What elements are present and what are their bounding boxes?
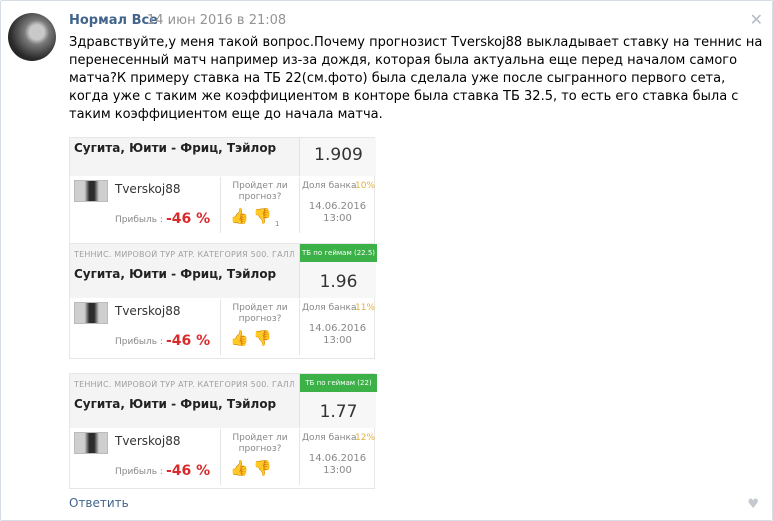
match-date: 14.06.2016 xyxy=(308,323,367,334)
bank-label: Доля банка xyxy=(302,181,357,191)
bank-value: 12% xyxy=(355,433,376,443)
card-body: Tverskoj88 Прибыль : -46 % Пройдет ли пр… xyxy=(70,299,376,355)
match-title: Сугита, Юити - Фриц, Тэйлор xyxy=(74,267,277,281)
category-label: ТЕННИС. МИРОВОЙ ТУР ATP. КАТЕГОРИЯ 500. … xyxy=(74,380,294,389)
forecast-card[interactable]: ТЕННИС. МИРОВОЙ ТУР ATP. КАТЕГОРИЯ 500. … xyxy=(69,373,377,489)
match-datetime: 14.06.2016 13:00 xyxy=(299,453,376,477)
post-text: Здравствуйте,у меня такой вопрос.Почему … xyxy=(69,35,763,122)
thumb-down-icon[interactable]: 👎 xyxy=(253,329,272,347)
user-photo xyxy=(74,180,108,202)
match-date: 14.06.2016 xyxy=(308,453,367,464)
author-avatar[interactable] xyxy=(8,13,56,61)
thumb-up-icon[interactable]: 👍 xyxy=(230,207,249,225)
match-title: Сугита, Юити - Фриц, Тэйлор xyxy=(74,141,277,155)
profit-label: Прибыль : xyxy=(115,467,163,477)
card-body: Tverskoj88 Прибыль : -46 % Пройдет ли пр… xyxy=(70,429,376,485)
forecast-card[interactable]: Сугита, Юити - Фриц, Тэйлор 1.909 Tversk… xyxy=(69,137,376,253)
card-header: Сугита, Юити - Фриц, Тэйлор 1.909 xyxy=(70,138,376,176)
divider xyxy=(220,177,221,233)
odds-box: 1.909 xyxy=(299,138,376,176)
divider xyxy=(220,429,221,485)
user-name[interactable]: Tverskoj88 xyxy=(115,304,180,318)
thumb-up-icon[interactable]: 👍 xyxy=(230,459,249,477)
close-icon[interactable]: ✕ xyxy=(750,10,763,29)
bank-value: 10% xyxy=(355,181,376,191)
vote-question: Пройдет ли прогноз? xyxy=(232,303,288,324)
profit-value: -46 % xyxy=(166,211,211,227)
match-date: 14.06.2016 xyxy=(308,201,367,212)
heart-icon[interactable]: ♥ xyxy=(747,497,759,512)
card-header: ТЕННИС. МИРОВОЙ ТУР ATP. КАТЕГОРИЯ 500. … xyxy=(70,244,377,298)
author-name[interactable]: Нормал Все xyxy=(69,13,158,28)
profit-value: -46 % xyxy=(166,463,211,479)
card-header: ТЕННИС. МИРОВОЙ ТУР ATP. КАТЕГОРИЯ 500. … xyxy=(70,374,377,428)
odds-box: ТБ по геймам (22) 1.77 xyxy=(299,374,377,428)
odds-value: 1.96 xyxy=(319,272,358,292)
thumb-down-icon[interactable]: 👎 xyxy=(253,207,272,225)
user-photo xyxy=(74,432,108,454)
thumb-up-icon[interactable]: 👍 xyxy=(230,329,249,347)
bet-type-badge: ТБ по геймам (22) xyxy=(300,374,377,392)
reply-link[interactable]: Ответить xyxy=(69,496,129,510)
profit-value: -46 % xyxy=(166,333,211,349)
vote-count: 1 xyxy=(275,220,280,228)
profit-label: Прибыль : xyxy=(115,337,163,347)
match-time: 13:00 xyxy=(323,335,352,346)
post-date[interactable]: 14 июн 2016 в 21:08 xyxy=(147,13,286,28)
odds-value: 1.77 xyxy=(319,402,358,422)
divider xyxy=(220,299,221,355)
category-label: ТЕННИС. МИРОВОЙ ТУР ATP. КАТЕГОРИЯ 500. … xyxy=(74,250,294,259)
match-datetime: 14.06.2016 13:00 xyxy=(299,323,376,347)
match-time: 13:00 xyxy=(323,465,352,476)
odds-box: ТБ по геймам (22.5) 1.96 xyxy=(299,244,377,298)
odds-value: 1.909 xyxy=(314,145,363,165)
bank-label: Доля банка xyxy=(302,433,357,443)
thumb-down-icon[interactable]: 👎 xyxy=(253,459,272,477)
vote-question: Пройдет ли прогноз? xyxy=(232,433,288,454)
user-name[interactable]: Tverskoj88 xyxy=(115,434,180,448)
profit-label: Прибыль : xyxy=(115,215,163,225)
match-datetime: 14.06.2016 13:00 xyxy=(299,201,376,225)
match-time: 13:00 xyxy=(323,213,352,224)
match-title: Сугита, Юити - Фриц, Тэйлор xyxy=(74,397,277,411)
bank-value: 11% xyxy=(355,303,376,313)
bet-type-badge: ТБ по геймам (22.5) xyxy=(300,244,377,262)
card-body: Tverskoj88 Прибыль : -46 % Пройдет ли пр… xyxy=(70,177,376,233)
user-photo xyxy=(74,302,108,324)
bank-label: Доля банка xyxy=(302,303,357,313)
user-name[interactable]: Tverskoj88 xyxy=(115,182,180,196)
forecast-card[interactable]: ТЕННИС. МИРОВОЙ ТУР ATP. КАТЕГОРИЯ 500. … xyxy=(69,243,377,359)
vote-question: Пройдет ли прогноз? xyxy=(232,181,288,202)
